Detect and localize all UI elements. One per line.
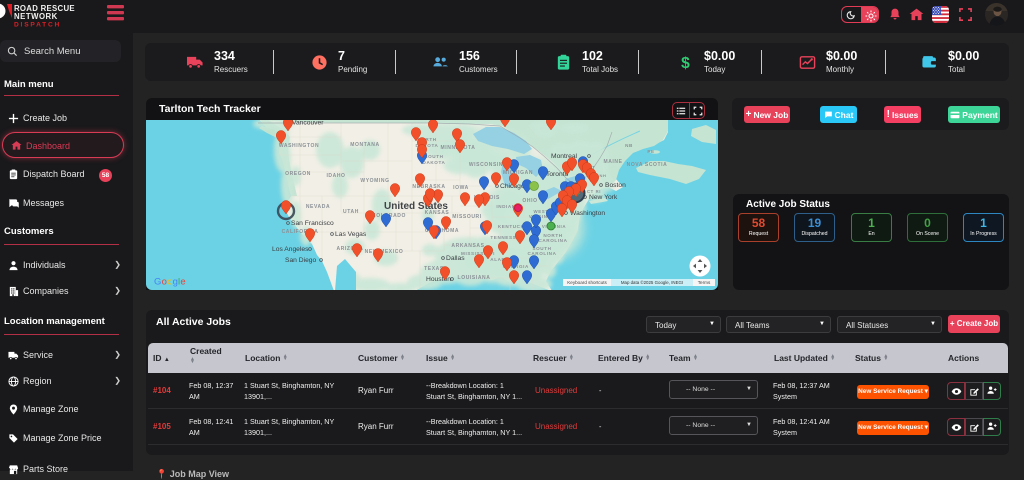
svg-text:New York: New York — [589, 194, 618, 201]
svg-text:OHIO: OHIO — [522, 198, 537, 204]
svg-text:NB: NB — [625, 143, 633, 148]
svg-text:NETWORK: NETWORK — [14, 12, 58, 21]
svg-text:UTAH: UTAH — [343, 209, 359, 215]
svg-text:Terms: Terms — [698, 280, 711, 285]
svg-text:PE: PE — [647, 149, 654, 154]
svg-text:WASHINGTON: WASHINGTON — [279, 143, 319, 149]
svg-text:ARKANSAS: ARKANSAS — [451, 243, 484, 249]
svg-text:IDAHO: IDAHO — [326, 173, 345, 179]
svg-text:DISPATCH: DISPATCH — [14, 22, 61, 29]
svg-text:Vancouver: Vancouver — [292, 120, 324, 127]
svg-text:WISCONSIN: WISCONSIN — [469, 162, 503, 168]
svg-text:SOUTH: SOUTH — [424, 154, 443, 159]
svg-text:San Francisco: San Francisco — [291, 220, 334, 227]
svg-text:Dallas: Dallas — [446, 255, 465, 262]
svg-text:United States: United States — [384, 201, 448, 212]
svg-text:NEW MEXICO: NEW MEXICO — [365, 249, 404, 255]
svg-text:IOWA: IOWA — [453, 185, 469, 191]
svg-text:MONTANA: MONTANA — [350, 142, 379, 148]
svg-text:Keyboard shortcuts: Keyboard shortcuts — [567, 280, 607, 285]
svg-text:NEVADA: NEVADA — [306, 204, 330, 210]
svg-text:MISSOURI: MISSOURI — [452, 214, 482, 220]
svg-text:Google: Google — [154, 277, 186, 288]
svg-text:MAINE: MAINE — [603, 159, 622, 165]
svg-text:Houston: Houston — [426, 276, 451, 283]
svg-text:NOVA SCOTIA: NOVA SCOTIA — [627, 162, 668, 168]
svg-text:Washington: Washington — [570, 210, 605, 217]
svg-text:CAROLINA: CAROLINA — [527, 251, 556, 256]
svg-text:Map data ©2025 Google, INEGI: Map data ©2025 Google, INEGI — [621, 280, 683, 285]
svg-text:NH: NH — [600, 173, 607, 178]
svg-text:$: $ — [681, 55, 690, 71]
svg-text:LOUISIANA: LOUISIANA — [458, 275, 491, 281]
svg-text:WYOMING: WYOMING — [360, 178, 389, 184]
svg-text:Boston: Boston — [605, 182, 626, 189]
svg-text:CAROLINA: CAROLINA — [538, 238, 567, 243]
svg-text:Las Vegas: Las Vegas — [335, 231, 367, 238]
svg-text:OREGON: OREGON — [285, 171, 311, 177]
svg-text:San Diego: San Diego — [285, 257, 317, 264]
svg-text:DAKOTA: DAKOTA — [423, 160, 446, 165]
svg-text:Los Angeles: Los Angeles — [272, 246, 309, 253]
